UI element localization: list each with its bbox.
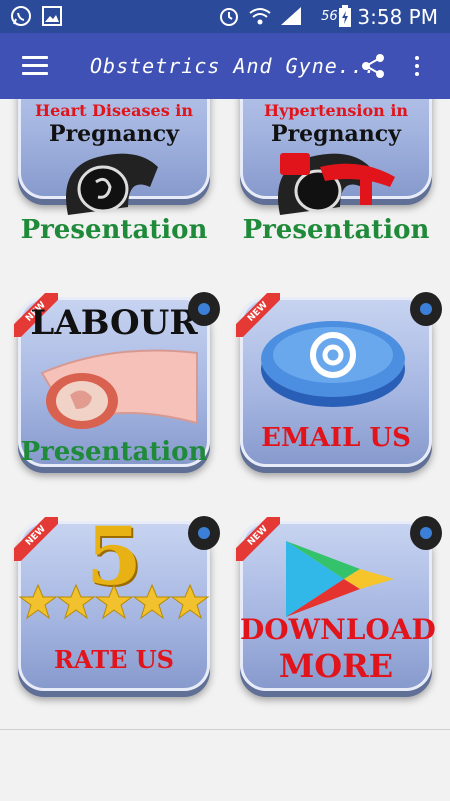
- tile-line-1: Hypertension in: [263, 101, 409, 120]
- email-at-icon: [261, 321, 405, 407]
- app-bar: Obstetrics And Gyne...: [0, 33, 450, 99]
- menu-icon[interactable]: [22, 56, 48, 76]
- speaker-icon[interactable]: [184, 289, 224, 329]
- tile-line-2: Pregnancy: [49, 121, 179, 147]
- five-stars-icon: [18, 583, 210, 620]
- tile-line-2: Pregnancy: [271, 121, 401, 147]
- status-bar: 56% 3:58 PM: [0, 0, 450, 33]
- gallery-icon: [42, 6, 62, 26]
- overflow-menu-icon[interactable]: [410, 53, 424, 79]
- speaker-icon[interactable]: [406, 513, 446, 553]
- tile-line-3: RATE US: [53, 645, 175, 674]
- footer-area: [0, 729, 450, 801]
- tile-line-1: Heart Diseases in: [34, 101, 194, 120]
- battery-icon: [339, 5, 351, 27]
- wifi-icon: [249, 8, 271, 25]
- tile-line-3: Presentation: [20, 215, 208, 245]
- content-grid: Heart Diseases in Pregnancy Presentation…: [0, 99, 450, 729]
- tile-labour[interactable]: NEW LABOUR Presentation: [14, 292, 220, 467]
- alarm-icon: [220, 8, 238, 26]
- tile-line-3: EMAIL US: [261, 423, 411, 453]
- pregnant-silhouette-icon: [66, 153, 158, 215]
- tile-line-3: Presentation: [20, 437, 208, 467]
- tile-download-more[interactable]: NEW DOWNLOAD MORE: [236, 516, 442, 691]
- speaker-icon[interactable]: [184, 513, 224, 553]
- status-time: 3:58 PM: [357, 4, 438, 29]
- signal-icon: [281, 7, 301, 25]
- speaker-icon[interactable]: [406, 289, 446, 329]
- tile-line-3: Presentation: [242, 215, 430, 245]
- tile-hypertension[interactable]: Hypertension in Pregnancy Presentation: [240, 99, 432, 245]
- new-ribbon: NEW: [236, 517, 280, 561]
- tile-rate-us[interactable]: NEW 5 RATE US: [14, 509, 220, 691]
- tile-line-3: MORE: [278, 647, 394, 685]
- page-title: Obstetrics And Gyne...: [90, 54, 377, 78]
- play-store-icon: [286, 541, 394, 617]
- tile-line-1: LABOUR: [30, 303, 198, 343]
- tile-heart-diseases[interactable]: Heart Diseases in Pregnancy Presentation: [18, 99, 210, 245]
- tile-line-2: DOWNLOAD: [240, 613, 436, 646]
- share-icon[interactable]: [360, 53, 386, 79]
- tile-email-us[interactable]: NEW EMAIL US: [236, 292, 442, 467]
- labour-illustration: [40, 349, 198, 429]
- pregnant-hypertension-icon: [278, 153, 395, 215]
- whatsapp-icon: [11, 6, 31, 26]
